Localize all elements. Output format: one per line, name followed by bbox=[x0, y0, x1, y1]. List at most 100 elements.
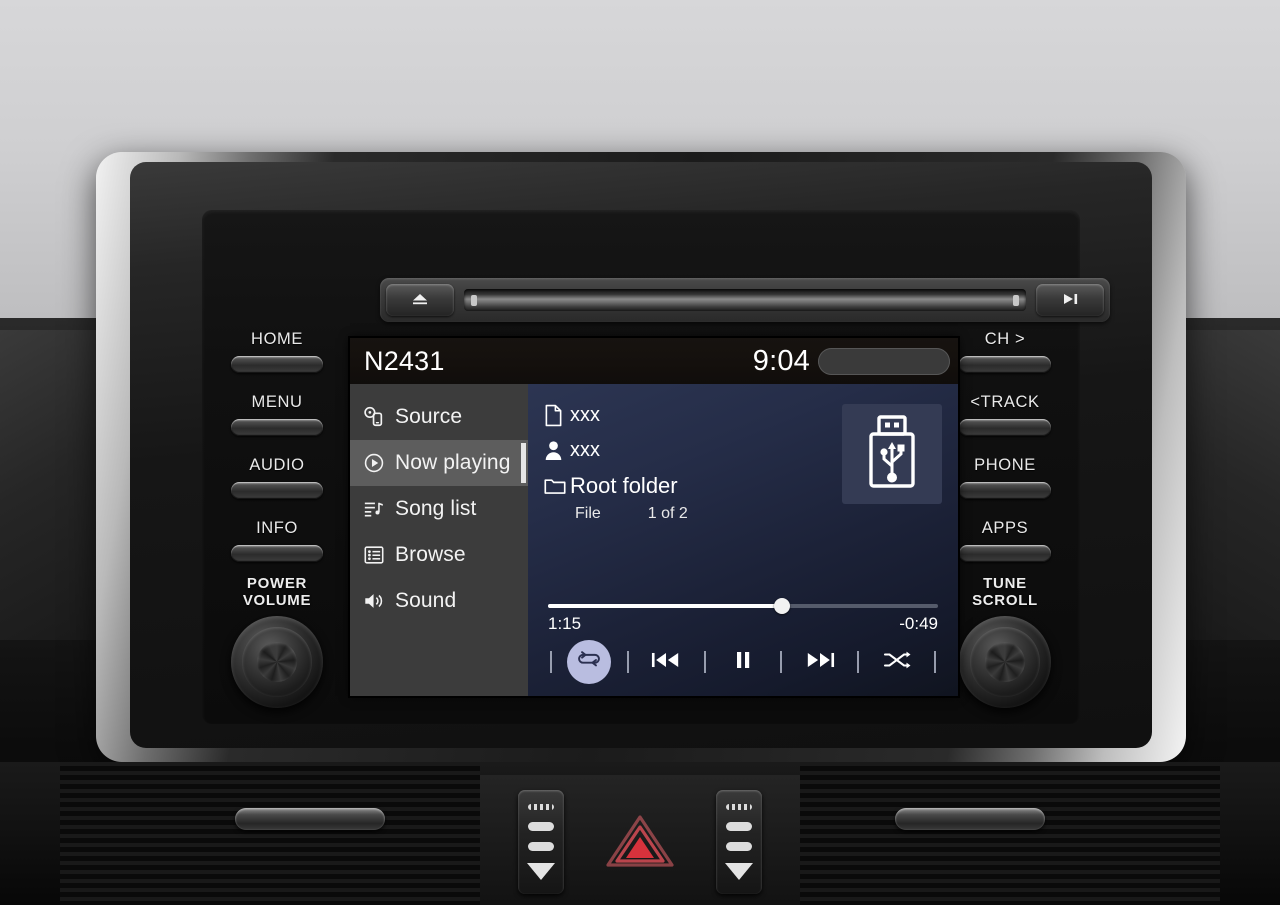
file-label: File bbox=[575, 505, 601, 522]
speaker-icon bbox=[362, 589, 386, 613]
phone-button[interactable]: PHONE bbox=[940, 456, 1070, 499]
hazard-warning-button[interactable] bbox=[604, 812, 676, 874]
previous-button[interactable] bbox=[644, 640, 688, 684]
rocker-dots-icon bbox=[726, 803, 752, 810]
sidebar-item-song-list[interactable]: Song list bbox=[350, 486, 528, 532]
transport-controls bbox=[544, 636, 942, 688]
progress-track[interactable] bbox=[548, 598, 938, 614]
phone-button-label: PHONE bbox=[974, 456, 1036, 474]
playback-progress: 1:15 -0:49 bbox=[544, 598, 942, 634]
head-unit: HOME MENU AUDIO INFO CH > <TRACK PHONE A… bbox=[96, 152, 1186, 762]
sidebar-item-now-playing[interactable]: Now playing bbox=[350, 440, 528, 486]
audio-button-pill[interactable] bbox=[231, 482, 323, 499]
track-button[interactable]: <TRACK bbox=[940, 393, 1070, 436]
elapsed-time: 1:15 bbox=[548, 614, 582, 633]
next-button[interactable] bbox=[798, 640, 842, 684]
shuffle-icon bbox=[883, 650, 911, 675]
eject-icon bbox=[410, 292, 430, 309]
vent-slider-left[interactable] bbox=[235, 808, 385, 830]
sidebar-item-browse-label: Browse bbox=[395, 543, 466, 566]
hazard-triangle-icon bbox=[604, 811, 676, 876]
slot-play-pause-button[interactable] bbox=[1036, 284, 1104, 316]
person-icon bbox=[544, 440, 570, 461]
status-bar-title: N2431 bbox=[364, 345, 445, 376]
menu-button-label: MENU bbox=[251, 393, 303, 411]
head-unit-face: HOME MENU AUDIO INFO CH > <TRACK PHONE A… bbox=[202, 210, 1110, 724]
source-artwork bbox=[842, 404, 942, 504]
power-volume-label-line2: VOLUME bbox=[242, 592, 312, 610]
audio-button[interactable]: AUDIO bbox=[212, 456, 342, 499]
browse-list-icon bbox=[362, 543, 386, 567]
time-row: 1:15 -0:49 bbox=[548, 614, 938, 634]
folder-icon bbox=[544, 476, 570, 495]
audio-button-label: AUDIO bbox=[249, 456, 305, 474]
ch-button-pill[interactable] bbox=[959, 356, 1051, 373]
hard-button-column-right: CH > <TRACK PHONE APPS bbox=[940, 330, 1070, 582]
track-button-pill[interactable] bbox=[959, 419, 1051, 436]
media-slot-bar bbox=[380, 278, 1110, 322]
ch-button[interactable]: CH > bbox=[940, 330, 1070, 373]
power-volume-knob[interactable] bbox=[231, 616, 323, 708]
status-bar: N2431 9:04 bbox=[350, 338, 958, 384]
screen-sidebar: Source Now playing Song list Browse Soun… bbox=[350, 384, 528, 696]
track-title: xxx bbox=[570, 404, 600, 426]
status-bar-pill[interactable] bbox=[818, 347, 950, 375]
eject-button[interactable] bbox=[386, 284, 454, 316]
transport-divider bbox=[857, 651, 860, 673]
shuffle-button[interactable] bbox=[875, 640, 919, 684]
screen-body: Source Now playing Song list Browse Soun… bbox=[350, 384, 958, 696]
rocker-dots-icon bbox=[528, 803, 554, 810]
track-button-label: <TRACK bbox=[970, 393, 1040, 411]
power-volume-label-line1: POWER bbox=[246, 575, 308, 593]
air-vent-left bbox=[60, 762, 480, 905]
vent-control-right[interactable] bbox=[716, 790, 762, 894]
menu-button-pill[interactable] bbox=[231, 419, 323, 436]
pause-button[interactable] bbox=[721, 640, 765, 684]
vent-control-left[interactable] bbox=[518, 790, 564, 894]
menu-button[interactable]: MENU bbox=[212, 393, 342, 436]
file-icon bbox=[544, 404, 570, 427]
pause-icon bbox=[734, 650, 752, 675]
previous-track-icon bbox=[651, 650, 681, 675]
air-vent-right bbox=[800, 762, 1220, 905]
phone-button-pill[interactable] bbox=[959, 482, 1051, 499]
rocker-down-triangle-icon bbox=[725, 863, 753, 881]
transport-divider bbox=[703, 651, 706, 673]
transport-divider bbox=[780, 651, 783, 673]
progress-handle[interactable] bbox=[774, 598, 790, 614]
rocker-bar-icon bbox=[528, 842, 554, 852]
sidebar-item-browse[interactable]: Browse bbox=[350, 532, 528, 578]
rocker-bar-icon bbox=[528, 821, 554, 831]
clock: 9:04 bbox=[752, 344, 810, 377]
sidebar-item-sound[interactable]: Sound bbox=[350, 578, 528, 624]
repeat-icon bbox=[576, 649, 602, 676]
info-button-label: INFO bbox=[256, 519, 298, 537]
usb-drive-icon bbox=[863, 414, 921, 495]
disc-source-icon bbox=[362, 405, 386, 429]
info-button-pill[interactable] bbox=[231, 545, 323, 562]
transport-divider bbox=[933, 651, 936, 673]
play-circle-icon bbox=[362, 451, 386, 475]
disc-slot[interactable] bbox=[464, 289, 1026, 311]
rocker-bar-icon bbox=[726, 842, 752, 852]
info-button[interactable]: INFO bbox=[212, 519, 342, 562]
apps-button[interactable]: APPS bbox=[940, 519, 1070, 562]
home-button[interactable]: HOME bbox=[212, 330, 342, 373]
home-button-pill[interactable] bbox=[231, 356, 323, 373]
progress-fill bbox=[548, 604, 782, 608]
tune-scroll-knob[interactable] bbox=[959, 616, 1051, 708]
repeat-button[interactable] bbox=[567, 640, 612, 684]
apps-button-pill[interactable] bbox=[959, 545, 1051, 562]
artist-name: xxx bbox=[570, 439, 600, 461]
vent-slider-right[interactable] bbox=[895, 808, 1045, 830]
play-pause-icon bbox=[1060, 292, 1080, 309]
apps-button-label: APPS bbox=[981, 519, 1029, 537]
dashboard-scene: HOME MENU AUDIO INFO CH > <TRACK PHONE A… bbox=[0, 0, 1280, 905]
sidebar-scroll-indicator[interactable] bbox=[521, 443, 526, 483]
now-playing-pane: xxx xxx Root folder File 1 of 2 1:15 -0:… bbox=[528, 384, 958, 696]
touchscreen-display[interactable]: N2431 9:04 Source Now playing Song list … bbox=[350, 338, 958, 696]
transport-divider bbox=[626, 651, 629, 673]
sidebar-item-source[interactable]: Source bbox=[350, 394, 528, 440]
file-position-row: File 1 of 2 bbox=[544, 505, 942, 523]
folder-name: Root folder bbox=[570, 472, 678, 498]
